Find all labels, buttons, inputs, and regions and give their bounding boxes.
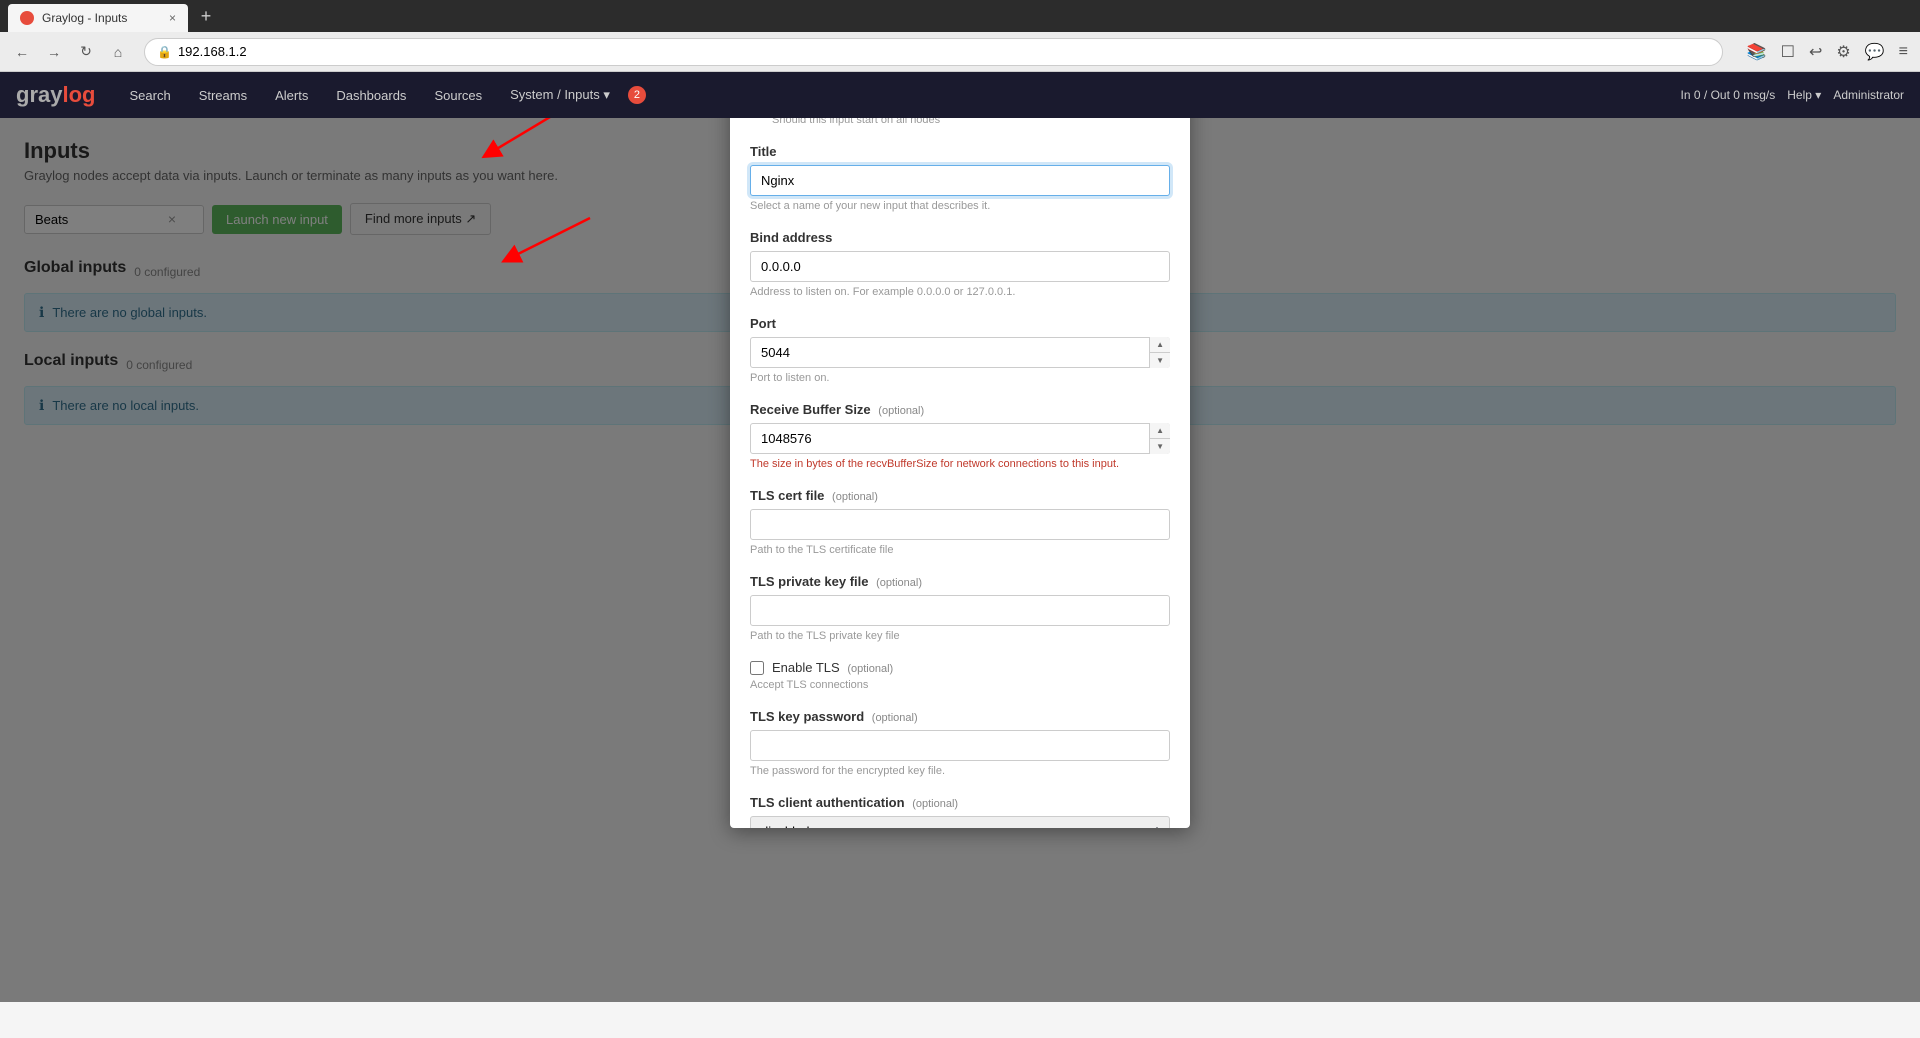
modal-overlay: Launch new Beats input × Global Should t… [0,118,1920,1002]
port-decrement[interactable]: ▼ [1150,353,1170,368]
receive-buffer-input[interactable] [750,423,1170,454]
receive-buffer-input-wrapper: ▲ ▼ [750,423,1170,454]
tls-key-password-input[interactable] [750,730,1170,761]
enable-tls-help: Accept TLS connections [750,679,1170,691]
annotation-container2 [490,208,610,271]
tls-key-input[interactable] [750,595,1170,626]
menu-icon[interactable]: ≡ [1895,39,1912,65]
address-bar: 🔒 [144,38,1723,66]
bind-address-label: Bind address [750,230,1170,245]
nav-sources[interactable]: Sources [420,72,496,118]
settings-icon[interactable]: ⚙ [1832,38,1854,66]
bookmarks-icon[interactable]: 📚 [1743,38,1771,66]
tab-title: Graylog - Inputs [42,11,127,25]
nav-search[interactable]: Search [115,72,184,118]
enable-tls-field-group: Enable TLS (optional) Accept TLS connect… [750,660,1170,691]
app-container: graylog Search Streams Alerts Dashboards… [0,72,1920,1002]
bind-address-input[interactable] [750,251,1170,282]
port-input-wrapper: ▲ ▼ [750,337,1170,368]
global-field-group: Global Should this input start on all no… [750,118,1170,126]
title-label: Title [750,144,1170,159]
top-nav: graylog Search Streams Alerts Dashboards… [0,72,1920,118]
tab-bar: Graylog - Inputs × + [0,0,1920,32]
tls-cert-input[interactable] [750,509,1170,540]
tls-cert-help: Path to the TLS certificate file [750,544,1170,556]
receive-buffer-decrement[interactable]: ▼ [1150,439,1170,454]
tab-favicon [20,11,34,25]
forward-button[interactable]: → [40,38,68,66]
port-spinner: ▲ ▼ [1149,337,1170,368]
tls-key-password-field-group: TLS key password (optional) The password… [750,709,1170,777]
nav-system-inputs[interactable]: System / Inputs ▾ [496,72,624,118]
modal-body: Global Should this input start on all no… [730,118,1190,828]
bind-address-help: Address to listen on. For example 0.0.0.… [750,286,1170,298]
nav-alerts[interactable]: Alerts [261,72,322,118]
title-input[interactable] [750,165,1170,196]
port-input[interactable] [750,337,1170,368]
address-input[interactable] [178,44,1710,59]
nav-right: In 0 / Out 0 msg/s Help ▾ Administrator [1681,88,1904,102]
nav-streams[interactable]: Streams [185,72,261,118]
home-button[interactable]: ⌂ [104,38,132,66]
receive-buffer-field-group: Receive Buffer Size (optional) ▲ ▼ The s… [750,402,1170,470]
new-tab-button[interactable]: + [192,2,220,30]
tls-key-field-group: TLS private key file (optional) Path to … [750,574,1170,642]
nav-dashboards[interactable]: Dashboards [322,72,420,118]
global-check-help: Should this input start on all nodes [772,118,1170,126]
nav-badge: 2 [628,86,646,104]
launch-input-modal: Launch new Beats input × Global Should t… [730,118,1190,828]
chat-icon[interactable]: 💬 [1861,38,1889,66]
bind-address-field-group: Bind address Address to listen on. For e… [750,230,1170,298]
traffic-status: In 0 / Out 0 msg/s [1681,88,1776,102]
history-icon[interactable]: ↩ [1805,38,1826,66]
annotation-arrow1 [410,118,610,183]
page-content: Inputs Graylog nodes accept data via inp… [0,118,1920,1002]
active-tab[interactable]: Graylog - Inputs × [8,4,188,32]
tls-key-help: Path to the TLS private key file [750,630,1170,642]
tls-key-password-help: The password for the encrypted key file. [750,765,1170,777]
browser-controls: ← → ↻ ⌂ 🔒 📚 ☐ ↩ ⚙ 💬 ≡ [0,32,1920,72]
receive-buffer-increment[interactable]: ▲ [1150,423,1170,439]
window-icon[interactable]: ☐ [1777,38,1799,66]
tls-cert-field-group: TLS cert file (optional) Path to the TLS… [750,488,1170,556]
receive-buffer-help: The size in bytes of the recvBufferSize … [750,458,1170,470]
user-menu[interactable]: Administrator [1833,88,1904,102]
tab-close-button[interactable]: × [169,11,176,25]
port-increment[interactable]: ▲ [1150,337,1170,353]
port-field-group: Port ▲ ▼ Port to listen on. [750,316,1170,384]
tls-client-auth-select[interactable]: disabled optional required [750,816,1170,828]
title-help: Select a name of your new input that des… [750,200,1170,212]
tls-key-password-label: TLS key password (optional) [750,709,1170,724]
annotation-arrow2 [490,208,610,268]
refresh-button[interactable]: ↻ [72,38,100,66]
logo-gray: gray [16,82,62,108]
tls-client-auth-label: TLS client authentication (optional) [750,795,1170,810]
logo-log: log [62,82,95,108]
tls-key-label: TLS private key file (optional) [750,574,1170,589]
receive-buffer-label: Receive Buffer Size (optional) [750,402,1170,417]
help-link[interactable]: Help ▾ [1787,88,1821,102]
browser-menu-icons: 📚 ☐ ↩ ⚙ 💬 ≡ [1743,38,1912,66]
port-help: Port to listen on. [750,372,1170,384]
enable-tls-label[interactable]: Enable TLS (optional) [772,660,893,675]
port-label: Port [750,316,1170,331]
back-button[interactable]: ← [8,38,36,66]
enable-tls-checkbox[interactable] [750,661,764,675]
tls-cert-label: TLS cert file (optional) [750,488,1170,503]
enable-tls-checkbox-group: Enable TLS (optional) [750,660,1170,675]
title-field-group: Title Select a name of your new input th… [750,144,1170,212]
receive-buffer-spinner: ▲ ▼ [1149,423,1170,454]
logo: graylog [16,82,95,108]
tls-client-auth-field-group: TLS client authentication (optional) dis… [750,795,1170,828]
lock-icon: 🔒 [157,45,172,59]
